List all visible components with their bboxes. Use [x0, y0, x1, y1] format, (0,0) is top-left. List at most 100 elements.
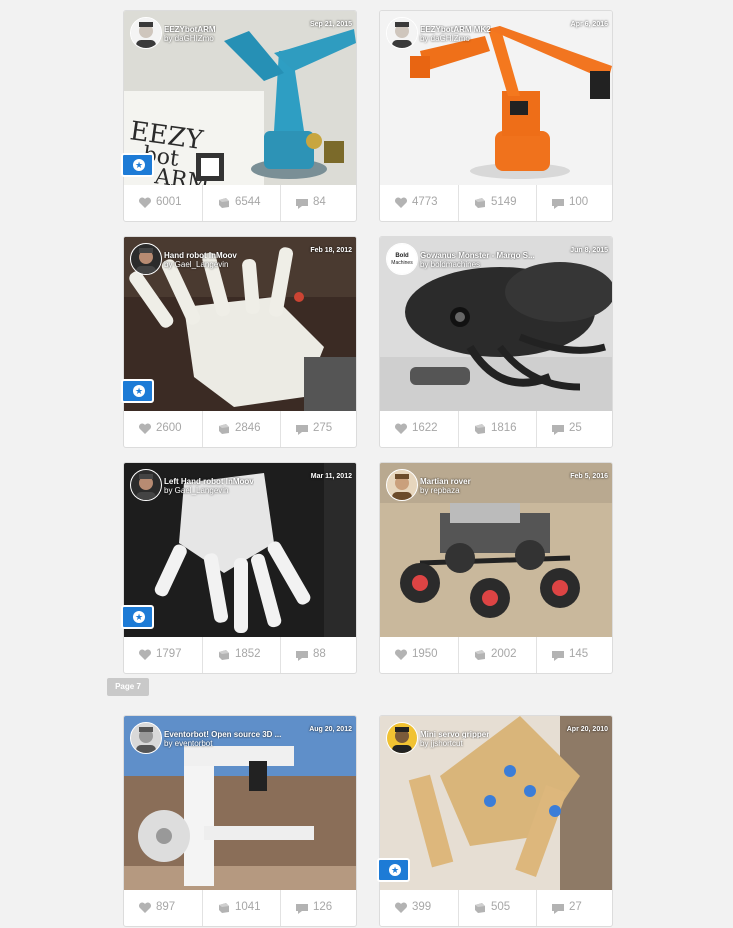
by-label: by: [420, 486, 431, 495]
comment-button[interactable]: 275: [280, 411, 358, 447]
thing-author[interactable]: by daGHIZmo: [420, 34, 470, 43]
collect-button[interactable]: 5149: [458, 185, 536, 221]
star-badge-icon: ★: [133, 611, 145, 623]
thing-card[interactable]: Mini servo gripper by jjshortcut Apr 20,…: [377, 715, 614, 927]
featured-badge[interactable]: ★: [121, 379, 154, 403]
like-count: 897: [156, 901, 176, 913]
avatar[interactable]: [130, 243, 162, 275]
comment-button[interactable]: 84: [280, 185, 358, 221]
collect-button[interactable]: 2846: [202, 411, 280, 447]
avatar[interactable]: [130, 469, 162, 501]
like-button[interactable]: 2600: [124, 411, 201, 447]
collect-button[interactable]: 2002: [458, 637, 536, 673]
comment-button[interactable]: 100: [536, 185, 614, 221]
author-name[interactable]: daGHIZmo: [431, 34, 470, 43]
collect-button[interactable]: 1041: [202, 890, 280, 926]
author-name[interactable]: eventorbot: [175, 739, 213, 748]
thing-date: Aug 20, 2012: [309, 726, 352, 733]
thing-author[interactable]: by boldmachines: [420, 260, 480, 269]
thing-header: EEZYbotARM by daGHIZmo Sep 21, 2015: [130, 17, 352, 49]
like-button[interactable]: 1797: [124, 637, 201, 673]
thing-title[interactable]: Hand robot InMoov: [164, 251, 237, 260]
comment-icon: [295, 902, 309, 914]
by-label: by: [420, 34, 431, 43]
collect-button[interactable]: 505: [458, 890, 536, 926]
thing-card[interactable]: EEZY bot ARM EEZYbotARM by daGHIZmo Sep …: [121, 10, 357, 222]
collect-button[interactable]: 1852: [202, 637, 280, 673]
avatar[interactable]: [386, 17, 418, 49]
heart-icon: [138, 902, 152, 914]
collect-button[interactable]: 6544: [202, 185, 280, 221]
thing-header: Eventorbot! Open source 3D ... by evento…: [130, 722, 352, 754]
comment-button[interactable]: 25: [536, 411, 614, 447]
like-button[interactable]: 1950: [380, 637, 457, 673]
thing-title[interactable]: Left Hand robot InMoov: [164, 477, 254, 486]
comment-count: 27: [569, 901, 582, 913]
thing-title[interactable]: EEZYbotARM: [164, 25, 216, 34]
featured-badge[interactable]: ★: [121, 605, 154, 629]
thing-card[interactable]: Eventorbot! Open source 3D ... by evento…: [123, 715, 357, 927]
comment-button[interactable]: 145: [536, 637, 614, 673]
heart-icon: [394, 649, 408, 661]
thing-stats: 6001 6544 84: [124, 185, 356, 221]
thing-card[interactable]: EEZYbotARM MK2 by daGHIZmo Apr 6, 2016 4…: [379, 10, 613, 222]
thing-author[interactable]: by daGHIZmo: [164, 34, 214, 43]
avatar[interactable]: [386, 469, 418, 501]
like-button[interactable]: 6001: [124, 185, 201, 221]
comment-count: 145: [569, 648, 589, 660]
thing-author[interactable]: by eventorbot: [164, 739, 212, 748]
like-count: 1797: [156, 648, 182, 660]
author-name[interactable]: boldmachines: [431, 260, 480, 269]
thing-date: Jun 8, 2015: [570, 247, 608, 254]
thing-author[interactable]: by repbaza: [420, 486, 460, 495]
thing-title[interactable]: Mini servo gripper: [420, 730, 489, 739]
featured-badge[interactable]: ★: [377, 858, 410, 882]
thing-card[interactable]: Left Hand robot InMoov by Gael_Langevin …: [121, 462, 358, 674]
thing-header: Mini servo gripper by jjshortcut Apr 20,…: [386, 722, 608, 754]
thing-card[interactable]: Bold Machines Gowanus Monster - Margo S.…: [379, 236, 613, 448]
heart-icon: [138, 423, 152, 435]
comment-icon: [551, 423, 565, 435]
thing-title[interactable]: Eventorbot! Open source 3D ...: [164, 730, 281, 739]
avatar[interactable]: Bold Machines: [386, 243, 418, 275]
avatar[interactable]: [386, 722, 418, 754]
star-badge-icon: ★: [133, 159, 145, 171]
collect-count: 1041: [235, 901, 261, 913]
thing-author[interactable]: by Gael_Langevin: [164, 260, 229, 269]
avatar[interactable]: [130, 17, 162, 49]
like-button[interactable]: 4773: [380, 185, 457, 221]
thing-author[interactable]: by Gael_Langevin: [164, 486, 229, 495]
comment-button[interactable]: 27: [536, 890, 614, 926]
thing-card[interactable]: Martian rover by repbaza Feb 5, 2016 195…: [379, 462, 613, 674]
by-label: by: [420, 260, 431, 269]
thing-stats: 1622 1816 25: [380, 411, 612, 447]
thing-title[interactable]: Gowanus Monster - Margo S...: [420, 251, 535, 260]
heart-icon: [138, 649, 152, 661]
collect-icon: [217, 197, 231, 209]
comment-button[interactable]: 88: [280, 637, 358, 673]
like-button[interactable]: 399: [380, 890, 457, 926]
comment-button[interactable]: 126: [280, 890, 358, 926]
collect-icon: [217, 649, 231, 661]
like-button[interactable]: 897: [124, 890, 201, 926]
author-name[interactable]: Gael_Langevin: [175, 260, 229, 269]
avatar[interactable]: [130, 722, 162, 754]
author-name[interactable]: daGHIZmo: [175, 34, 214, 43]
like-count: 2600: [156, 422, 182, 434]
collect-button[interactable]: 1816: [458, 411, 536, 447]
thing-author[interactable]: by jjshortcut: [420, 739, 463, 748]
thing-card[interactable]: Hand robot InMoov by Gael_Langevin Feb 1…: [121, 236, 358, 448]
author-name[interactable]: jjshortcut: [431, 739, 463, 748]
thing-title[interactable]: Martian rover: [420, 477, 471, 486]
like-button[interactable]: 1622: [380, 411, 457, 447]
thing-title[interactable]: EEZYbotARM MK2: [420, 25, 491, 34]
thing-date: Mar 11, 2012: [310, 473, 352, 480]
author-name[interactable]: repbaza: [431, 486, 460, 495]
featured-badge[interactable]: ★: [121, 153, 154, 177]
by-label: by: [164, 260, 175, 269]
collect-count: 2002: [491, 648, 517, 660]
thing-header: Bold Machines Gowanus Monster - Margo S.…: [386, 243, 608, 275]
thing-header: Left Hand robot InMoov by Gael_Langevin …: [130, 469, 352, 501]
thing-date: Feb 5, 2016: [570, 473, 608, 480]
author-name[interactable]: Gael_Langevin: [175, 486, 229, 495]
